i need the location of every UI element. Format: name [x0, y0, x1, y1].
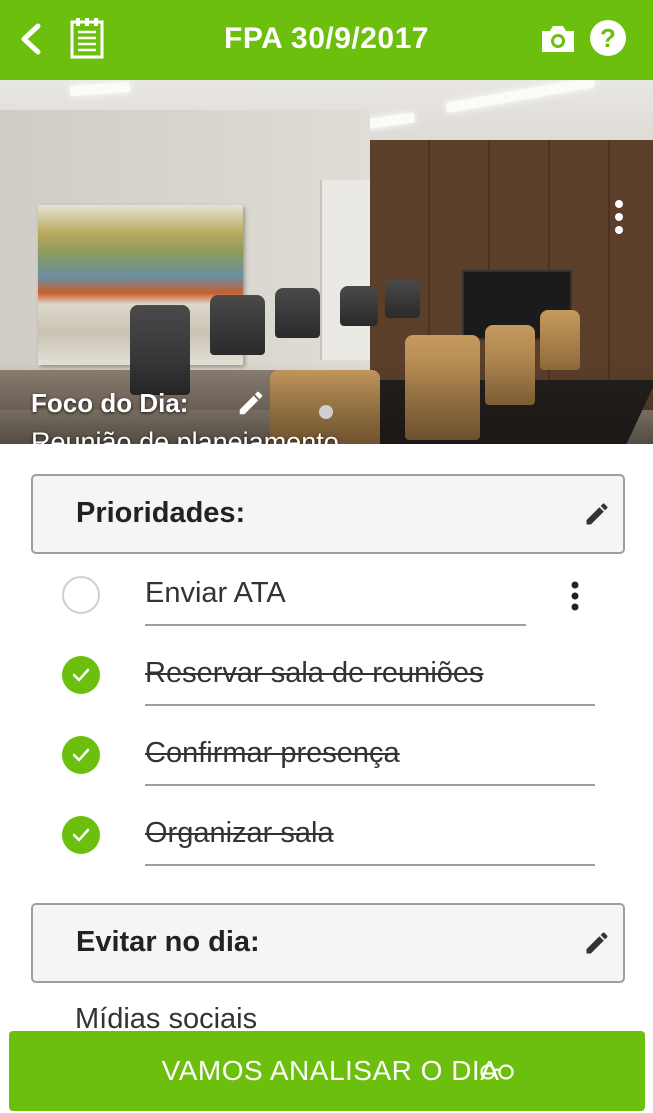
edit-pencil-icon[interactable]	[583, 500, 611, 528]
task-underline	[145, 624, 526, 626]
door	[320, 180, 372, 360]
task-underline	[145, 704, 595, 706]
app-bar: FPA 30/9/2017 ?	[0, 0, 653, 80]
list-item: Confirmar presença	[0, 736, 653, 806]
chair	[275, 288, 320, 338]
camera-icon[interactable]	[539, 24, 577, 54]
list-item: Enviar ATA	[0, 576, 653, 646]
edit-pencil-icon[interactable]	[236, 388, 266, 418]
check-circle-icon[interactable]	[62, 736, 100, 774]
task-text[interactable]: Enviar ATA	[145, 577, 286, 610]
chair	[340, 286, 378, 326]
avoid-label: Evitar no dia:	[76, 926, 260, 958]
more-vert-icon[interactable]	[566, 580, 584, 612]
help-icon[interactable]: ?	[589, 19, 627, 57]
help-glyph: ?	[600, 23, 616, 53]
priorities-label: Prioridades:	[76, 497, 246, 529]
focus-title: Foco do Dia:	[31, 388, 189, 418]
more-vert-icon[interactable]	[610, 198, 628, 238]
page-indicator-dot	[319, 405, 333, 419]
priorities-header: Prioridades:	[31, 474, 625, 554]
analyze-day-button[interactable]: VAMOS ANALISAR O DIA	[9, 1031, 645, 1111]
chair	[210, 295, 265, 355]
focus-text: Reunião de planejamento	[31, 427, 339, 444]
check-circle-icon[interactable]	[62, 656, 100, 694]
unchecked-circle-icon[interactable]	[62, 576, 100, 614]
task-text[interactable]: Confirmar presença	[145, 737, 400, 770]
edit-pencil-icon[interactable]	[583, 929, 611, 957]
avoid-header: Evitar no dia:	[31, 903, 625, 983]
glasses-icon	[480, 1064, 514, 1080]
list-item: Reservar sala de reuniões	[0, 656, 653, 726]
task-underline	[145, 784, 595, 786]
chair	[385, 280, 420, 318]
check-circle-icon[interactable]	[62, 816, 100, 854]
list-item: Organizar sala	[0, 816, 653, 886]
task-text[interactable]: Reservar sala de reuniões	[145, 657, 484, 690]
task-underline	[145, 864, 595, 866]
task-text[interactable]: Organizar sala	[145, 817, 334, 850]
focus-hero-image[interactable]: Foco do Dia: Reunião de planejamento	[0, 80, 653, 444]
